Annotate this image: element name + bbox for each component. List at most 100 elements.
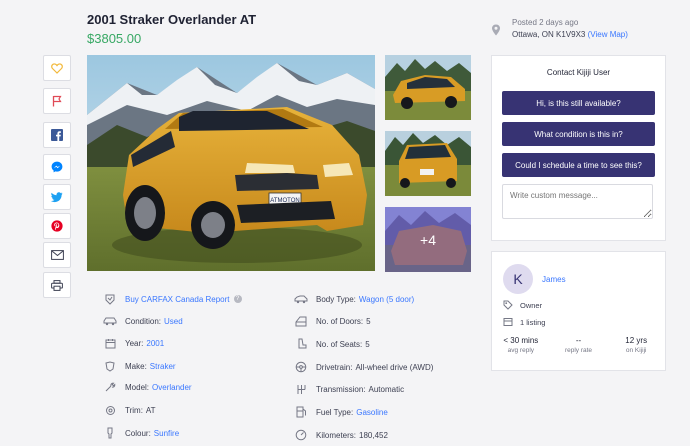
listing-title: 2001 Straker Overlander AT (87, 12, 257, 27)
print-icon (51, 279, 63, 291)
attr-value-link[interactable]: Gasoline (356, 408, 388, 417)
attr-label: Trim: (125, 405, 143, 415)
seller-listings: 1 listing (503, 317, 545, 327)
gearshift-icon (294, 383, 308, 395)
attr-label: Year: (125, 338, 144, 348)
carfax-icon (103, 293, 117, 305)
car-icon (103, 315, 117, 327)
car-side-icon (294, 293, 308, 305)
attr-doors: No. of Doors: 5 (294, 315, 371, 327)
speedometer-icon (294, 429, 308, 441)
attr-transmission: Transmission: Automatic (294, 383, 404, 395)
car-side-image (385, 55, 471, 120)
attr-value: Automatic (368, 384, 405, 394)
gallery-thumbnail[interactable] (385, 55, 471, 120)
attr-value-link[interactable]: Wagon (5 door) (359, 295, 414, 304)
share-email-button[interactable] (43, 242, 71, 268)
seller-role: Owner (503, 300, 542, 310)
attr-value-link[interactable]: Used (164, 317, 183, 326)
heart-icon (51, 62, 63, 74)
main-photo[interactable]: ATMOTON (87, 55, 375, 271)
seller-role-text: Owner (520, 300, 543, 310)
paint-icon (103, 427, 117, 439)
attr-colour: Colour: Sunfire (103, 427, 179, 439)
quick-reply-available-button[interactable]: Hi, is this still available? (502, 91, 655, 115)
attr-kilometers: Kilometers: 180,452 (294, 429, 388, 441)
more-photos-count: +4 (385, 207, 471, 272)
gallery-thumbnail[interactable] (385, 131, 471, 196)
print-button[interactable] (43, 272, 71, 298)
facebook-icon (51, 129, 63, 141)
wrench-icon (103, 381, 117, 393)
attr-make: Make: Straker (103, 360, 176, 372)
attr-value-link[interactable]: Straker (150, 362, 176, 371)
attr-label: No. of Doors: (316, 316, 364, 326)
attr-seats: No. of Seats: 5 (294, 338, 370, 350)
stat-avg-reply: < 30 mins avg reply (492, 336, 550, 354)
attr-fuel-type: Fuel Type: Gasoline (294, 406, 388, 418)
seat-icon (294, 338, 308, 350)
contact-panel: Contact Kijiji User Hi, is this still av… (491, 55, 666, 241)
attr-label: Kilometers: (316, 430, 357, 440)
share-messenger-button[interactable] (43, 154, 71, 180)
attr-label: Transmission: (316, 384, 366, 394)
attr-label: No. of Seats: (316, 339, 363, 349)
attr-value: 180,452 (359, 430, 388, 440)
email-icon (50, 250, 64, 260)
attr-value-link[interactable]: 2001 (146, 339, 164, 348)
attr-year: Year: 2001 (103, 337, 164, 349)
fuel-pump-icon (294, 406, 308, 418)
share-pinterest-button[interactable] (43, 213, 71, 239)
help-icon[interactable]: ? (233, 295, 242, 303)
location-text: Ottawa, ON K1V9X3 (512, 30, 586, 39)
flag-icon (52, 95, 62, 107)
attr-value: 5 (366, 316, 371, 326)
attr-value-link[interactable]: Sunfire (154, 429, 179, 438)
view-map-link[interactable]: (View Map) (588, 30, 628, 39)
gear-icon (103, 404, 117, 416)
carfax-report: Buy CARFAX Canada Report ? (103, 293, 242, 305)
attr-body-type: Body Type: Wagon (5 door) (294, 293, 414, 305)
avatar[interactable]: K (503, 264, 533, 294)
attr-value-link[interactable]: Overlander (152, 383, 192, 392)
attr-value: All-wheel drive (AWD) (355, 362, 434, 372)
attr-label: Model: (125, 382, 150, 392)
posted-date: Posted 2 days ago (512, 18, 579, 27)
seller-stats: < 30 mins avg reply -- reply rate 12 yrs… (492, 336, 665, 354)
car-photo-image: ATMOTON (87, 55, 375, 271)
gallery-more-thumbnail[interactable]: +4 (385, 207, 471, 272)
stat-on-kijiji: 12 yrs on Kijiji (607, 336, 665, 354)
report-button[interactable] (43, 88, 71, 114)
quick-reply-condition-button[interactable]: What condition is this in? (502, 122, 655, 146)
favourite-button[interactable] (43, 55, 71, 81)
attr-model: Model: Overlander (103, 381, 192, 393)
quick-reply-schedule-button[interactable]: Could I schedule a time to see this? (502, 153, 655, 177)
stat-reply-rate: -- reply rate (550, 336, 608, 354)
seller-name-link[interactable]: James (542, 275, 566, 284)
share-twitter-button[interactable] (43, 184, 71, 210)
seller-panel: K James Owner 1 listing < 30 mins avg re… (491, 251, 666, 371)
attr-drivetrain: Drivetrain: All-wheel drive (AWD) (294, 361, 433, 373)
stat-label: on Kijiji (625, 347, 647, 354)
calendar-icon (103, 337, 117, 349)
custom-message-input[interactable] (502, 184, 653, 219)
attr-trim: Trim: AT (103, 404, 156, 416)
carfax-link[interactable]: Buy CARFAX Canada Report (125, 295, 230, 304)
location-pin-icon (492, 24, 500, 36)
stat-label: avg reply (507, 347, 535, 354)
attr-value: 5 (365, 339, 370, 349)
attr-value: AT (145, 405, 156, 415)
attr-label: Condition: (125, 316, 162, 326)
attr-label: Drivetrain: (316, 362, 353, 372)
listing-location: Ottawa, ON K1V9X3 (View Map) (512, 30, 628, 39)
car-rear-image (385, 131, 471, 196)
door-icon (294, 315, 308, 327)
stat-value: -- (575, 336, 582, 345)
contact-title: Contact Kijiji User (546, 68, 611, 77)
badge-icon (103, 360, 117, 372)
attr-condition: Condition: Used (103, 315, 183, 327)
twitter-icon (51, 191, 63, 202)
share-facebook-button[interactable] (43, 122, 71, 148)
seller-listings-text: 1 listing (520, 317, 546, 327)
attr-label: Make: (125, 361, 147, 371)
